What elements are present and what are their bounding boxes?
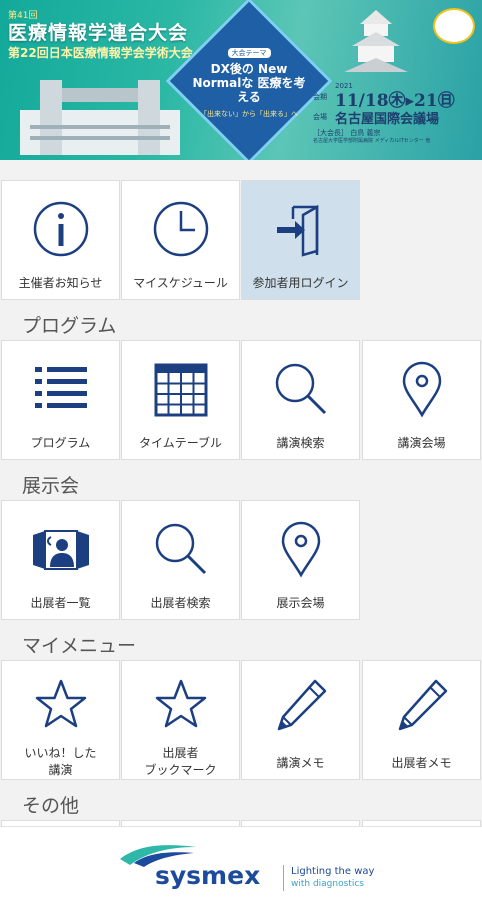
tile-exhibition-venue[interactable]: 展示会場 [241, 500, 360, 620]
theme-text: 大会テーマ DX後の New Normalな 医療を考える 「出来ない」から「出… [190, 40, 308, 119]
tile-exhibitor-search[interactable]: 出展者検索 [121, 500, 240, 620]
pencil-icon [398, 679, 447, 731]
sysmex-brand: sysmex [155, 861, 261, 890]
tile-label: 出展者 ブックマーク [122, 745, 239, 779]
star-icon [35, 679, 86, 728]
tile-exhibitor-list[interactable]: 出展者一覧 [1, 500, 120, 620]
convention-building-image [20, 80, 180, 155]
search-icon [275, 363, 326, 415]
theme-label: 大会テーマ [227, 48, 271, 58]
tile-label: タイムテーブル [138, 436, 223, 450]
theme-main: DX後の New Normalな 医療を考える [192, 62, 306, 104]
footer-divider [283, 865, 284, 891]
info-icon [33, 201, 88, 257]
mymenu-row: いいね！した 講演 出展者 ブックマーク 講演メモ 出展者メモ [0, 660, 482, 780]
list-icon [34, 367, 87, 408]
map-pin-icon [402, 361, 441, 418]
tile-liked-lectures[interactable]: いいね！した 講演 [1, 660, 120, 780]
tile-exhibitor-bookmark[interactable]: 出展者 ブックマーク [121, 660, 240, 780]
tile-label: 講演メモ [276, 756, 325, 770]
exhibition-menu-row: 出展者一覧 出展者検索 展示会場 [0, 500, 482, 620]
section-title-other: その他 [22, 795, 80, 817]
tile-label-line1: いいね！した [24, 746, 97, 760]
tile-label: 出展者検索 [150, 596, 211, 610]
calendar-grid-icon [154, 363, 207, 417]
tile-label: 出展者メモ [391, 756, 452, 770]
tile-label: プログラム [30, 436, 91, 450]
theme-sub: 「出来ない」から「出来る」へ [200, 110, 298, 118]
tile-lecture-search[interactable]: 講演検索 [241, 340, 360, 460]
map-pin-icon [281, 521, 320, 578]
tile-timetable[interactable]: タイムテーブル [121, 340, 240, 460]
search-icon [155, 523, 206, 575]
section-title-mymenu: マイメニュー [22, 635, 137, 657]
event-venue: 名古屋国際会議場 [335, 112, 440, 127]
tile-label-line2: 講演 [48, 763, 73, 777]
tile-label: 展示会場 [276, 596, 325, 610]
congress-president: ［大会長］ 白鳥 義宗 [313, 129, 381, 137]
event-banner: 第41回 医療情報学連合大会 第22回日本医療情報学会学術大会 大会テーマ DX… [0, 0, 482, 160]
tile-label: いいね！した 講演 [2, 745, 119, 779]
tile-my-schedule[interactable]: マイスケジュール [121, 180, 240, 300]
date-prefix: 会期 [313, 93, 327, 101]
tile-label: マイスケジュール [133, 276, 228, 290]
pencil-icon [277, 679, 326, 731]
tile-lecture-memo[interactable]: 講演メモ [241, 660, 360, 780]
tile-label-line2: ブックマーク [144, 763, 217, 777]
top-menu-row: 主催者お知らせ マイスケジュール 参加者用ログイン [0, 180, 482, 300]
clock-icon [153, 201, 208, 257]
venue-prefix: 会場 [313, 113, 327, 121]
tile-program[interactable]: プログラム [1, 340, 120, 460]
sysmex-tagline-1: Lighting the way [291, 866, 375, 877]
tile-lecture-venue[interactable]: 講演会場 [362, 340, 481, 460]
tile-label: 出展者一覧 [30, 596, 91, 610]
congress-title: 医療情報学連合大会 [8, 22, 189, 44]
sponsor-footer[interactable]: sysmex Lighting the way with diagnostics [0, 826, 482, 900]
tile-participant-login[interactable]: 参加者用ログイン [241, 180, 360, 300]
tile-label: 講演検索 [276, 436, 325, 450]
tile-label: 主催者お知らせ [18, 276, 103, 290]
login-icon [276, 204, 318, 257]
tile-label: 講演会場 [397, 436, 446, 450]
nagoya-castle-image [344, 10, 408, 72]
tile-exhibitor-memo[interactable]: 出展者メモ [362, 660, 481, 780]
sysmex-tagline-2: with diagnostics [291, 879, 364, 889]
tile-organizer-notices[interactable]: 主催者お知らせ [1, 180, 120, 300]
congress-subtitle: 第22回日本医療情報学会学術大会 [8, 46, 193, 60]
exhibitor-booth-icon [32, 530, 89, 570]
section-title-program: プログラム [22, 315, 117, 337]
tile-label-line1: 出展者 [162, 746, 199, 760]
congress-logo [433, 8, 475, 44]
star-icon [155, 679, 206, 728]
section-title-exhibition: 展示会 [22, 475, 80, 497]
program-menu-row: プログラム タイムテーブル 講演検索 講演会場 [0, 340, 482, 460]
organizer-affiliation: 名古屋大学医学部附属病院 メディカルITセンター 他 [313, 138, 431, 144]
tile-label: 参加者用ログイン [252, 276, 349, 290]
